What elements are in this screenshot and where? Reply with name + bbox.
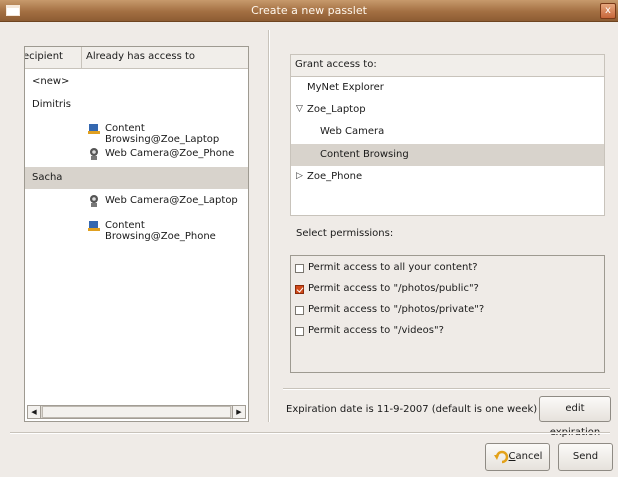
tree-item-content-browsing[interactable]: Content Browsing: [291, 144, 604, 166]
grant-access-tree[interactable]: Grant access to: MyNet Explorer ▽ Zoe_La…: [290, 54, 605, 216]
column-header-recipient[interactable]: ecipient: [25, 47, 82, 69]
scroll-left-arrow-icon[interactable]: ◀: [28, 406, 41, 418]
tree-item-zoe-laptop[interactable]: ▽ Zoe_Laptop: [291, 99, 604, 121]
undo-arrow-icon: [494, 450, 509, 464]
tree-item-label: Zoe_Phone: [307, 171, 363, 182]
cancel-label: ancel: [515, 451, 543, 462]
access-row[interactable]: Content Browsing@Zoe_Phone: [25, 215, 248, 242]
grant-access-header[interactable]: Grant access to:: [291, 55, 604, 77]
permission-label[interactable]: Permit access to "/photos/public"?: [308, 283, 479, 294]
camera-icon: [90, 195, 98, 207]
permission-checkbox[interactable]: [295, 285, 304, 294]
content-icon: [88, 124, 100, 134]
permissions-label: Select permissions:: [296, 228, 394, 239]
permission-label[interactable]: Permit access to "/videos"?: [308, 325, 444, 336]
title-bar[interactable]: Create a new passlet x: [0, 0, 618, 22]
access-label: Content Browsing@Zoe_Phone: [105, 220, 216, 242]
cancel-button[interactable]: Cancel: [485, 443, 550, 471]
permission-checkbox[interactable]: [295, 264, 304, 273]
access-label: Content Browsing@Zoe_Laptop: [105, 123, 220, 145]
tree-item-web-camera[interactable]: Web Camera: [291, 121, 604, 143]
recipient-row-sacha[interactable]: Sacha: [25, 167, 248, 189]
horizontal-scrollbar[interactable]: ◀ ▶: [27, 405, 246, 419]
collapsed-triangle-icon[interactable]: ▷: [296, 171, 303, 181]
access-row[interactable]: Web Camera@Zoe_Phone: [25, 143, 248, 165]
tree-item-label: Web Camera: [320, 126, 385, 137]
camera-icon: [90, 148, 98, 160]
expanded-triangle-icon[interactable]: ▽: [296, 104, 303, 114]
recipient-name: Sacha: [32, 172, 63, 183]
tree-item-label: Content Browsing: [320, 149, 409, 160]
window-title: Create a new passlet: [251, 4, 367, 17]
bottom-separator: [10, 432, 610, 434]
edit-expiration-button[interactable]: edit expiration: [539, 396, 611, 438]
permission-checkbox[interactable]: [295, 306, 304, 315]
scroll-right-arrow-icon[interactable]: ▶: [232, 406, 245, 418]
scrollbar-thumb[interactable]: [42, 406, 231, 418]
access-row[interactable]: Content Browsing@Zoe_Laptop: [25, 118, 248, 145]
recipient-row-dimitris[interactable]: Dimitris: [25, 94, 248, 116]
recipient-name: <new>: [32, 76, 70, 87]
tree-item-mynet-explorer[interactable]: MyNet Explorer: [291, 77, 604, 99]
tree-item-label: MyNet Explorer: [307, 82, 384, 93]
expiration-text: Expiration date is 11-9-2007 (default is…: [286, 404, 538, 415]
access-row[interactable]: Web Camera@Zoe_Laptop: [25, 190, 248, 212]
close-button[interactable]: x: [600, 3, 616, 19]
tree-item-zoe-phone[interactable]: ▷ Zoe_Phone: [291, 166, 604, 188]
access-label: Web Camera@Zoe_Laptop: [105, 195, 238, 206]
tree-item-label: Zoe_Laptop: [307, 104, 366, 115]
content-icon: [88, 221, 100, 231]
permissions-box: Permit access to all your content? Permi…: [290, 255, 605, 373]
access-label: Web Camera@Zoe_Phone: [105, 148, 235, 159]
expiration-separator: [283, 388, 610, 390]
permission-label[interactable]: Permit access to all your content?: [308, 262, 478, 273]
send-button[interactable]: Send: [558, 443, 613, 471]
permission-label[interactable]: Permit access to "/photos/private"?: [308, 304, 484, 315]
panel-separator: [268, 30, 270, 422]
recipient-row-new[interactable]: <new>: [25, 71, 248, 93]
recipient-name: Dimitris: [32, 99, 72, 110]
permission-checkbox[interactable]: [295, 327, 304, 336]
column-header-access[interactable]: Already has access to: [82, 47, 248, 69]
recipients-list[interactable]: ecipient Already has access to <new> Dim…: [24, 46, 249, 422]
